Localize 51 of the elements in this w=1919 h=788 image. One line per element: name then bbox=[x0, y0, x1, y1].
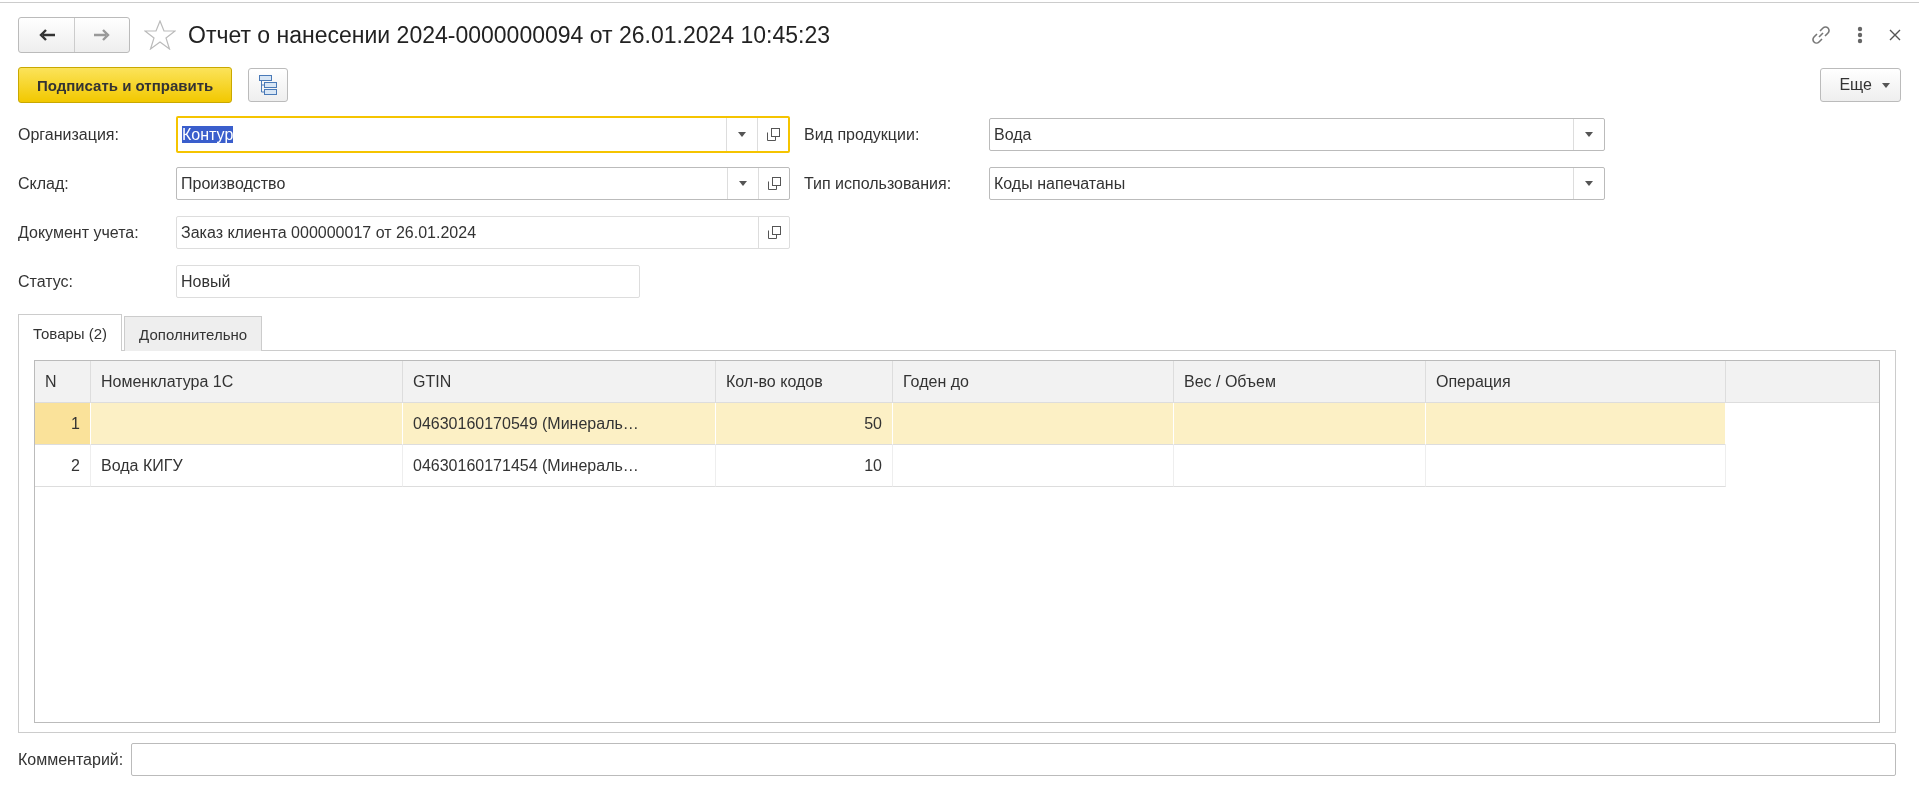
input-field[interactable]: Новый bbox=[176, 265, 640, 298]
star-icon[interactable] bbox=[144, 20, 176, 50]
comment-field[interactable] bbox=[131, 743, 1896, 776]
close-icon[interactable] bbox=[1889, 29, 1901, 41]
column-header[interactable]: Годен до bbox=[893, 361, 1174, 403]
field-label: Комментарий: bbox=[18, 750, 124, 769]
forward-arrow-icon bbox=[94, 29, 110, 41]
column-header[interactable]: GTIN bbox=[403, 361, 716, 403]
column-header[interactable]: N bbox=[35, 361, 91, 403]
column-header[interactable]: Вес / Объем bbox=[1174, 361, 1426, 403]
table-cell: Вода КИГУ bbox=[101, 456, 183, 475]
table-cell: 04630160170549 (Минераль… bbox=[413, 414, 639, 433]
tab[interactable]: Товары (2) bbox=[18, 314, 123, 351]
structure-button[interactable] bbox=[248, 68, 289, 102]
field-label: Статус: bbox=[18, 272, 75, 291]
open-icon bbox=[766, 128, 780, 141]
open-icon bbox=[767, 226, 781, 239]
table-cell: 50 bbox=[864, 414, 882, 433]
table-cell: 2 bbox=[71, 456, 80, 475]
table-row[interactable]: 2 Вода КИГУ 04630160171454 (Минераль… 10 bbox=[35, 445, 1879, 487]
table-cell: 04630160171454 (Минераль… bbox=[413, 456, 639, 475]
field-label: Документ учета: bbox=[18, 223, 140, 242]
open-icon bbox=[767, 177, 781, 190]
hierarchy-icon bbox=[257, 74, 280, 96]
back-arrow-icon bbox=[38, 29, 55, 41]
caret-icon bbox=[739, 181, 747, 186]
more-button[interactable]: Еще bbox=[1820, 68, 1901, 102]
field-label: Тип использования: bbox=[804, 174, 953, 193]
caret-icon bbox=[738, 132, 746, 137]
table-row[interactable]: 1 04630160170549 (Минераль… 50 bbox=[35, 403, 1879, 445]
dropdown-field[interactable]: Коды напечатаны bbox=[989, 167, 1605, 200]
link-icon[interactable] bbox=[1811, 25, 1831, 45]
input-field[interactable]: Заказ клиента 000000017 от 26.01.2024 bbox=[176, 216, 790, 249]
column-header[interactable]: Номенклатура 1С bbox=[91, 361, 403, 403]
table-cell: 1 bbox=[71, 414, 80, 433]
field-label: Склад: bbox=[18, 174, 70, 193]
dropdown-field[interactable]: Производство bbox=[176, 167, 790, 200]
dropdown-field[interactable]: Контур bbox=[176, 116, 790, 153]
table-cell: 10 bbox=[864, 456, 882, 475]
more-icon[interactable] bbox=[1857, 26, 1863, 44]
caret-icon bbox=[1585, 181, 1593, 186]
tab[interactable]: Дополнительно bbox=[124, 316, 263, 351]
sign-and-send-button[interactable]: Подписать и отправить bbox=[18, 67, 233, 103]
field-label: Вид продукции: bbox=[804, 125, 921, 144]
column-header[interactable]: Операция bbox=[1426, 361, 1726, 403]
caret-icon bbox=[1882, 82, 1890, 88]
caret-icon bbox=[1585, 132, 1593, 137]
field-label: Организация: bbox=[18, 125, 120, 144]
dropdown-field[interactable]: Вода bbox=[989, 118, 1605, 151]
window-title: Отчет о нанесении 2024-0000000094 от 26.01.2024 10:45:23 bbox=[188, 21, 830, 49]
column-header[interactable]: Кол-во кодов bbox=[716, 361, 893, 403]
